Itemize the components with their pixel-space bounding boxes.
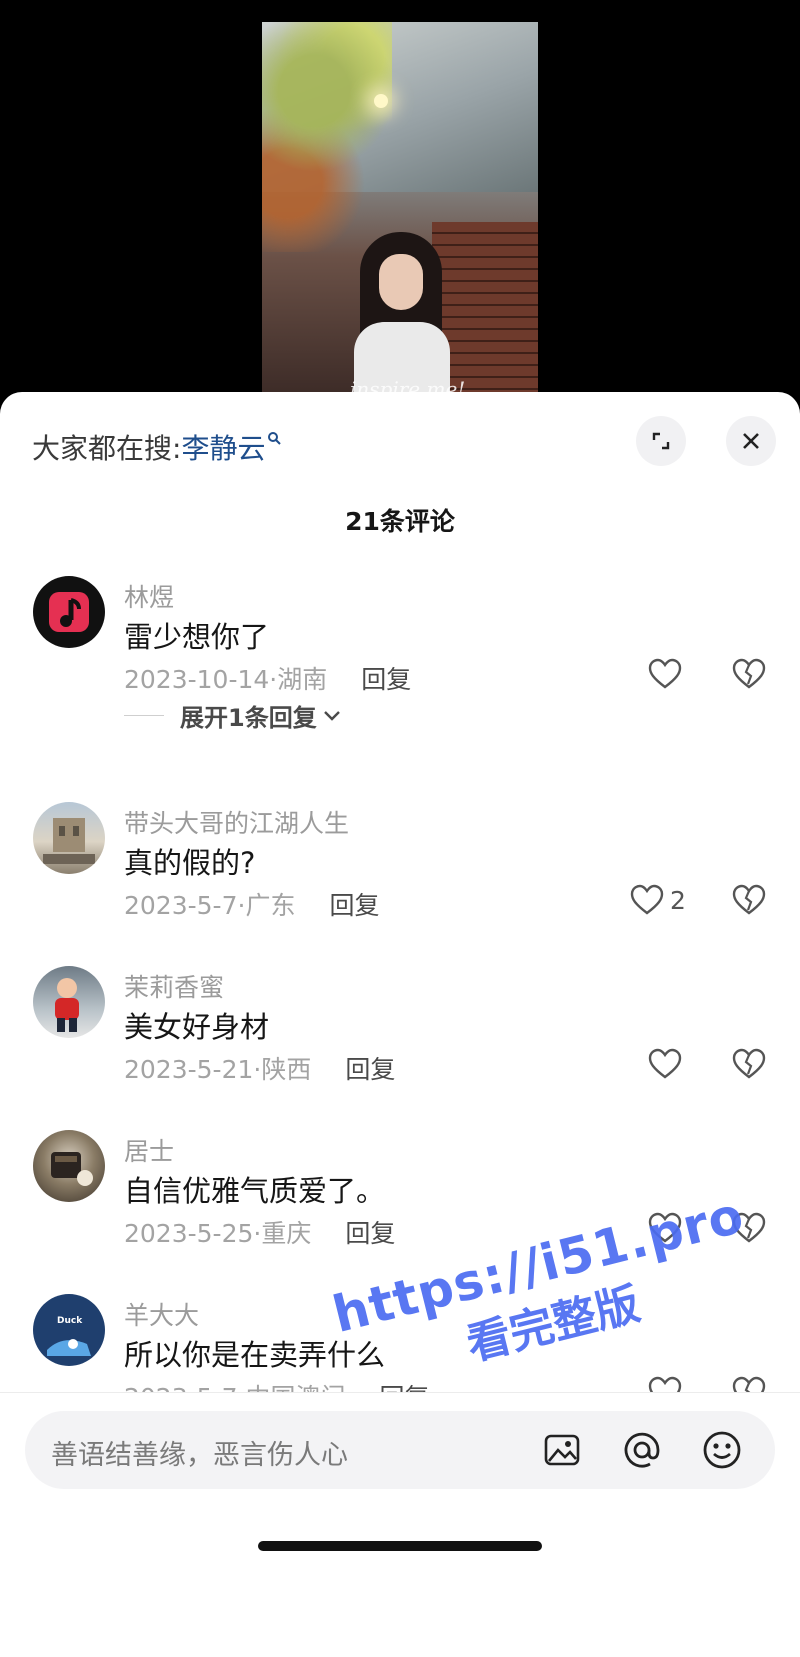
avatar[interactable]	[33, 966, 105, 1038]
video-player[interactable]: inspire me!	[262, 22, 538, 400]
comment-meta: 2023-5-25·重庆 回复	[124, 1219, 396, 1248]
comment-username[interactable]: 茉莉香蜜	[124, 968, 224, 1004]
avatar[interactable]: Duck	[33, 1294, 105, 1366]
avatar[interactable]	[33, 576, 105, 648]
video-lamp	[374, 94, 388, 108]
like-button[interactable]	[648, 658, 682, 690]
comment-text: 真的假的?	[124, 846, 256, 880]
close-button[interactable]	[726, 416, 776, 466]
dislike-button[interactable]	[732, 1048, 766, 1084]
home-indicator	[258, 1541, 542, 1551]
comment-sheet: 大家都在搜: 李静云 21条评论 林煜 雷少想你了 2023-10-14·湖南 …	[0, 392, 800, 1657]
comment-date: 2023-5-7	[124, 891, 238, 920]
comment-meta: 2023-5-21·陕西 回复	[124, 1055, 396, 1084]
heart-icon	[630, 884, 664, 915]
duck-label: Duck	[57, 1316, 83, 1326]
comment-location: 重庆	[261, 1219, 312, 1248]
dislike-button[interactable]	[732, 884, 766, 920]
comment-location: 湖南	[277, 665, 328, 694]
image-button[interactable]	[537, 1425, 587, 1475]
comment-input-bar: 善语结善缘，恶言伤人心	[0, 1392, 800, 1657]
comment-count: 21条评论	[345, 507, 455, 536]
heart-icon	[648, 1048, 682, 1079]
music-note-icon	[49, 592, 89, 632]
comment-username[interactable]: 林煜	[124, 578, 174, 614]
comment-text: 自信优雅气质爱了。	[124, 1174, 386, 1208]
ruins-photo-icon	[43, 818, 95, 864]
comment-input-placeholder: 善语结善缘，恶言伤人心	[51, 1440, 348, 1471]
reply-button[interactable]: 回复	[329, 891, 379, 920]
comment-meta: 2023-10-14·湖南 回复	[124, 665, 412, 694]
expand-icon	[652, 432, 670, 450]
video-plant	[262, 22, 392, 252]
like-button[interactable]: 2	[630, 884, 686, 916]
reply-button[interactable]: 回复	[361, 665, 411, 694]
comment-username[interactable]: 带头大哥的江湖人生	[124, 804, 349, 840]
video-person-face	[379, 254, 423, 310]
search-prefix: 大家都在搜:	[32, 432, 182, 465]
reply-button[interactable]: 回复	[345, 1219, 395, 1248]
chevron-down-icon	[323, 710, 340, 721]
like-button[interactable]	[648, 1048, 682, 1080]
expand-replies-button[interactable]: 展开1条回复	[124, 698, 343, 733]
expand-replies-label: 展开1条回复	[180, 704, 317, 732]
comment-username[interactable]: 羊大大	[124, 1296, 199, 1332]
search-suggestion[interactable]: 大家都在搜: 李静云	[32, 422, 282, 472]
comment-username[interactable]: 居士	[124, 1132, 174, 1168]
comment-meta: 2023-5-7·广东 回复	[124, 891, 380, 920]
heart-icon	[648, 658, 682, 689]
comment-input[interactable]: 善语结善缘，恶言伤人心	[25, 1411, 775, 1489]
reply-button[interactable]: 回复	[345, 1055, 395, 1084]
at-icon	[624, 1432, 660, 1468]
comment-location: 陕西	[261, 1055, 312, 1084]
duck-icon	[47, 1339, 91, 1356]
broken-heart-icon	[732, 1048, 766, 1079]
comment-text: 雷少想你了	[124, 620, 270, 654]
close-icon	[743, 433, 759, 449]
comment-date: 2023-10-14	[124, 665, 270, 694]
coffee-photo-icon	[51, 1152, 93, 1186]
child-photo-icon	[55, 978, 79, 1032]
avatar[interactable]	[33, 1130, 105, 1202]
avatar[interactable]	[33, 802, 105, 874]
fullscreen-button[interactable]	[636, 416, 686, 466]
smiley-icon	[703, 1431, 741, 1469]
broken-heart-icon	[732, 884, 766, 915]
comment-date: 2023-5-21	[124, 1055, 254, 1084]
comment-location: 广东	[245, 891, 296, 920]
dislike-button[interactable]	[732, 658, 766, 694]
search-keyword-link[interactable]: 李静云	[181, 427, 265, 467]
like-count: 2	[670, 885, 686, 915]
comment-date: 2023-5-25	[124, 1219, 254, 1248]
comment-text: 美女好身材	[124, 1010, 270, 1044]
broken-heart-icon	[732, 658, 766, 689]
search-icon	[267, 429, 282, 450]
emoji-button[interactable]	[697, 1425, 747, 1475]
mention-button[interactable]	[617, 1425, 667, 1475]
divider-line	[124, 715, 164, 716]
image-icon	[544, 1434, 580, 1466]
